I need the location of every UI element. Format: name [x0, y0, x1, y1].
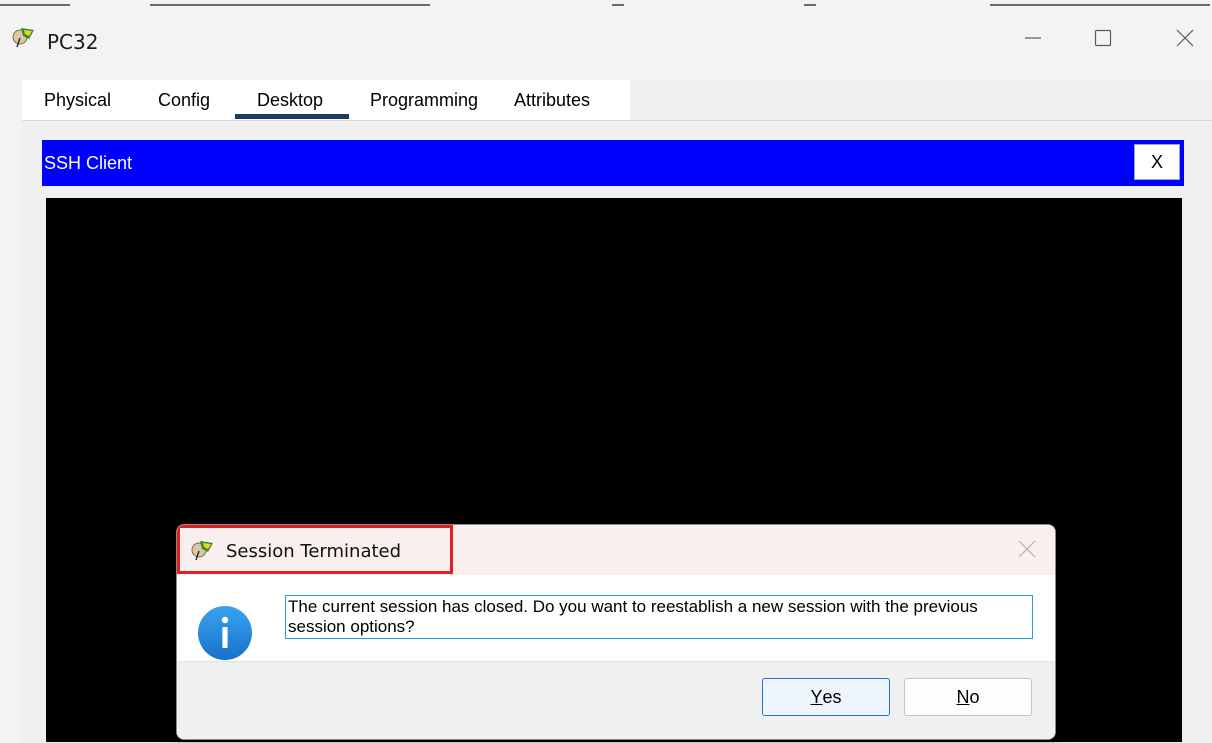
ssh-client-close-button[interactable]: X — [1134, 144, 1180, 180]
close-icon — [1018, 540, 1036, 558]
yes-button-mnemonic: Y — [810, 686, 823, 707]
minimize-button[interactable] — [1010, 18, 1056, 58]
annotation-highlight-box — [177, 525, 453, 574]
maximize-icon — [1094, 29, 1112, 47]
window-titlebar: PC32 — [0, 8, 1212, 64]
info-icon — [197, 605, 253, 661]
dialog-footer: Yes No — [177, 661, 1055, 739]
no-button-label: o — [969, 686, 980, 707]
yes-button[interactable]: Yes — [762, 678, 890, 716]
dialog-close-button[interactable] — [1015, 537, 1039, 561]
minimize-icon — [1025, 37, 1041, 39]
active-tab-indicator — [235, 114, 349, 119]
window-title: PC32 — [47, 30, 99, 54]
ssh-client-header: SSH Client X — [42, 140, 1184, 186]
tab-programming[interactable]: Programming — [370, 90, 478, 111]
window-close-button[interactable] — [1162, 18, 1208, 58]
maximize-button[interactable] — [1080, 18, 1126, 58]
tab-bar: Physical Config Desktop Programming Attr… — [22, 80, 630, 120]
tab-config[interactable]: Config — [158, 90, 210, 111]
background-window-strip — [0, 0, 1212, 6]
tab-desktop[interactable]: Desktop — [257, 90, 323, 111]
packet-tracer-app-icon — [12, 26, 36, 48]
no-button[interactable]: No — [904, 678, 1032, 716]
tab-physical[interactable]: Physical — [44, 90, 111, 111]
yes-button-label: es — [822, 686, 842, 707]
close-icon — [1176, 29, 1194, 47]
ssh-client-title: SSH Client — [44, 153, 133, 173]
dialog-titlebar: Session Terminated — [177, 525, 1055, 575]
dialog-message: The current session has closed. Do you w… — [285, 595, 1033, 639]
tab-attributes[interactable]: Attributes — [514, 90, 590, 111]
session-terminated-dialog: Session Terminated The current session h… — [176, 524, 1056, 740]
dialog-body: The current session has closed. Do you w… — [177, 575, 1055, 661]
no-button-mnemonic: N — [956, 686, 970, 707]
